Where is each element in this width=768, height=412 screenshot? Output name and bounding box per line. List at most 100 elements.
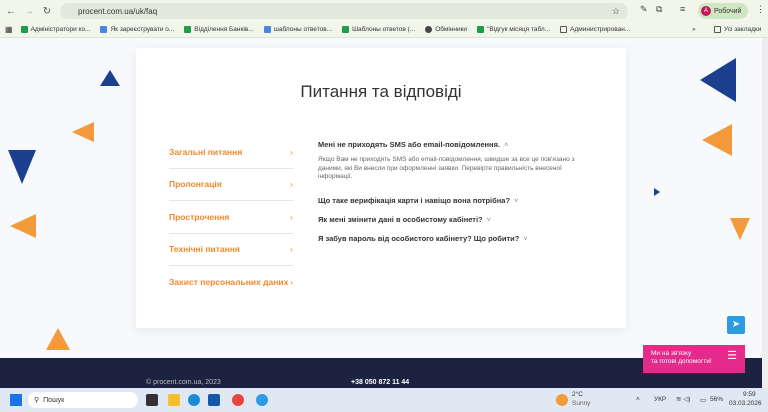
page-title: Питання та відповіді: [300, 82, 462, 101]
category-personal-data[interactable]: Захист персональних даних ›: [169, 266, 293, 299]
category-label: Захист персональних даних: [169, 277, 289, 288]
folder-icon: [714, 26, 721, 33]
chevron-right-icon: ›: [290, 277, 293, 288]
search-label: Пошук: [43, 396, 65, 404]
profile-name: Робочий: [714, 7, 742, 15]
wifi-icon[interactable]: ≋ ◁): [676, 395, 690, 403]
sheets-icon: [20, 26, 28, 33]
telegram-button[interactable]: ➤: [727, 316, 745, 334]
bookmark[interactable]: Як зареєструвати о...: [100, 26, 174, 33]
category-label: Пролонгація: [169, 179, 222, 190]
category-prolongation[interactable]: Пролонгація ›: [169, 169, 293, 201]
chevron-up-icon: ˄: [504, 140, 509, 149]
chrome-icon[interactable]: [232, 394, 244, 406]
battery-icon[interactable]: ▭: [700, 396, 706, 404]
folder-icon: [560, 26, 568, 33]
decor-triangle: [700, 58, 736, 102]
faq-question[interactable]: Мені не приходять SMS або email-повідомл…: [318, 140, 598, 149]
edge-icon[interactable]: [188, 394, 200, 406]
taskbar-search[interactable]: ⚲ Пошук: [28, 392, 138, 408]
bookmark[interactable]: шаблоны ответов...: [263, 26, 332, 33]
more-bookmarks[interactable]: »: [692, 26, 696, 33]
sheets-icon: [342, 26, 350, 33]
decor-triangle: [72, 122, 94, 142]
language-indicator[interactable]: УКР: [654, 396, 666, 403]
scrollbar[interactable]: [762, 38, 768, 388]
back-icon[interactable]: ←: [4, 6, 18, 17]
puzzle-icon[interactable]: ⧉: [656, 4, 662, 15]
decor-triangle: [702, 124, 732, 156]
reload-icon[interactable]: ↻: [40, 6, 54, 17]
bookmark-label: "Відгук місяця табл...: [487, 26, 551, 33]
url-text: procent.com.ua/uk/faq: [78, 6, 158, 16]
bookmarks-bar: ▦ Адміністратори ко... Як зареєструвати …: [0, 22, 768, 38]
media-icon[interactable]: ≡: [680, 4, 685, 14]
weather-icon: [556, 394, 568, 406]
bookmark[interactable]: Шаблоны ответов (...: [342, 26, 415, 33]
clock-time[interactable]: 9:59: [743, 391, 756, 398]
category-label: Загальні питання: [169, 146, 243, 157]
category-overdue[interactable]: Прострочення ›: [169, 201, 293, 234]
chat-widget[interactable]: Ми на зв'язку та готові допомогти! ☰: [643, 345, 745, 373]
avatar: A: [701, 6, 711, 16]
faq-question[interactable]: Я забув пароль від особистого кабінету? …: [318, 234, 598, 243]
question-text: Мені не приходять SMS або email-повідомл…: [318, 140, 501, 149]
forward-icon[interactable]: →: [22, 6, 36, 17]
task-view-icon[interactable]: [146, 394, 158, 406]
bookmark[interactable]: Обмінники: [425, 26, 467, 33]
extension-icon[interactable]: ✎: [640, 4, 648, 15]
question-text: Що таке верифікація карти і навіщо вона …: [318, 195, 511, 205]
category-general[interactable]: Загальні питання ›: [169, 136, 293, 169]
chat-line: та готові допомогти!: [651, 358, 712, 365]
explorer-icon[interactable]: [168, 394, 180, 406]
windows-start-icon[interactable]: [10, 394, 22, 406]
faq-card: Питання та відповіді Загальні питання › П…: [136, 48, 626, 328]
all-bookmarks[interactable]: Усі закладки: [714, 26, 761, 33]
bookmark-label: Обмінники: [435, 26, 468, 33]
docs-icon: [263, 26, 271, 33]
apps-icon[interactable]: ▦: [5, 25, 13, 34]
chat-icon: ☰: [727, 350, 737, 362]
battery-level[interactable]: 56%: [710, 396, 723, 403]
decor-triangle: [46, 328, 70, 350]
clock-date[interactable]: 03.03.2026: [729, 400, 762, 407]
browser-toolbar: ← → ↻ procent.com.ua/uk/faq ☆ ✎ ⧉ ≡ A Роб…: [0, 0, 768, 22]
menu-icon[interactable]: ⋮: [756, 4, 765, 15]
question-text: Як мені змінити дані в особистому кабіне…: [318, 214, 483, 224]
chevron-up-icon[interactable]: ˄: [636, 396, 640, 403]
bookmark-label: Адміністратори ко...: [30, 26, 91, 33]
chevron-down-icon: ˅: [523, 233, 528, 243]
phone-link[interactable]: +38 050 872 11 44: [351, 379, 409, 386]
chevron-down-icon: ˅: [486, 214, 492, 224]
page-content: Питання та відповіді Загальні питання › П…: [0, 38, 762, 388]
faq-answer: Якщо Вам не приходять SMS або email-пові…: [318, 156, 575, 180]
category-label: Технічні питання: [169, 244, 240, 255]
faq-question[interactable]: Як мені змінити дані в особистому кабіне…: [318, 215, 598, 224]
chevron-right-icon: ›: [290, 146, 293, 157]
bookmark-label: Відділення Банків...: [194, 26, 254, 33]
bookmark[interactable]: Адміністратори ко...: [20, 26, 91, 33]
faq-question[interactable]: Що таке верифікація карти і навіщо вона …: [318, 196, 598, 205]
weather-text[interactable]: Sunny: [572, 400, 590, 407]
category-label: Прострочення: [169, 211, 230, 222]
bookmark[interactable]: Администрирован...: [560, 26, 630, 33]
bookmark-label: Шаблоны ответов (...: [352, 26, 416, 33]
question-text: Я забув пароль від особистого кабінету? …: [318, 233, 520, 243]
chevron-right-icon: ›: [290, 211, 293, 222]
star-icon[interactable]: ☆: [612, 6, 620, 17]
telegram-icon[interactable]: [256, 394, 268, 406]
globe-icon: [425, 26, 433, 33]
category-technical[interactable]: Технічні питання ›: [169, 234, 293, 266]
sheets-icon: [477, 26, 485, 33]
weather-temp[interactable]: 2°C: [572, 391, 583, 398]
search-icon: ⚲: [34, 397, 40, 404]
decor-triangle: [8, 150, 36, 184]
bookmark[interactable]: Відділення Банків...: [184, 26, 254, 33]
chevron-down-icon: ˅: [514, 195, 519, 205]
decor-triangle: [10, 214, 36, 238]
chevron-right-icon: ›: [290, 244, 293, 255]
address-bar[interactable]: procent.com.ua/uk/faq ☆: [60, 3, 628, 19]
profile-button[interactable]: A Робочий: [698, 3, 748, 19]
bookmark[interactable]: "Відгук місяця табл...: [477, 26, 550, 33]
store-icon[interactable]: [208, 394, 220, 406]
